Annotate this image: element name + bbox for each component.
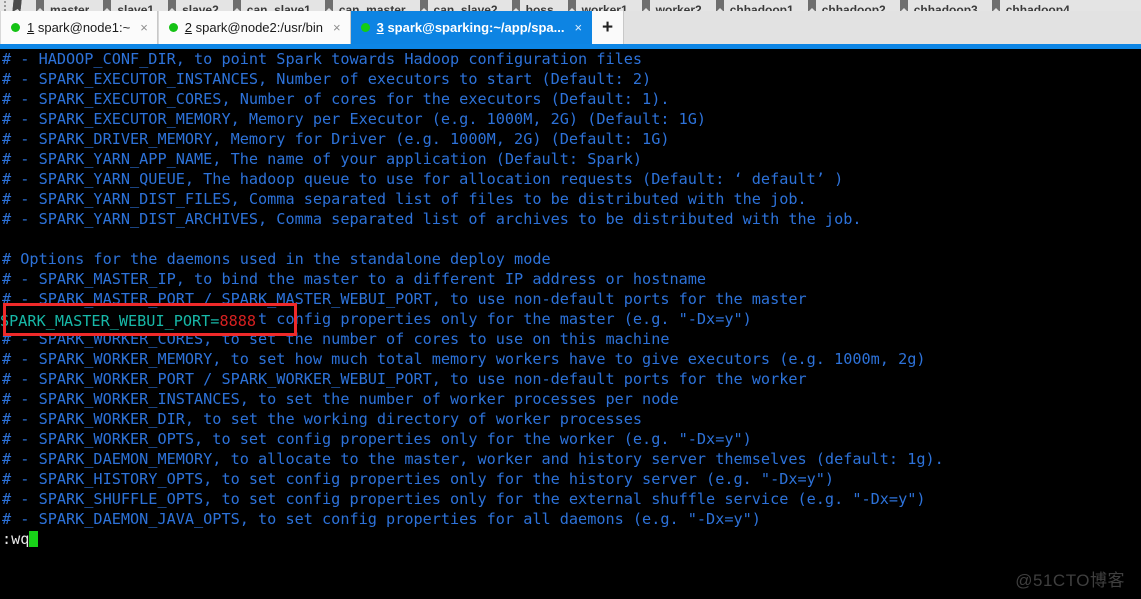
tab-label: 1 spark@node1:~ xyxy=(27,11,130,44)
vim-command-line[interactable]: :wq xyxy=(0,529,1141,549)
bookmark-icon xyxy=(990,0,1003,11)
bookmark-item[interactable]: chhadoop2 xyxy=(806,0,886,11)
tab-label: 2 spark@node2:/usr/bin xyxy=(185,11,323,44)
new-tab-button[interactable]: + xyxy=(592,11,625,44)
bookmark-item[interactable]: worker1 xyxy=(566,0,628,11)
terminal-line: # - SPARK_WORKER_CORES, to set the numbe… xyxy=(2,330,670,348)
bookmark-item[interactable]: worker2 xyxy=(640,0,702,11)
tab-bar: 1 spark@node1:~ × 2 spark@node2:/usr/bin… xyxy=(0,11,1141,44)
bookmark-icon xyxy=(714,0,727,11)
tab-close-icon[interactable]: × xyxy=(333,11,341,44)
watermark: @51CTO博客 xyxy=(1015,571,1125,590)
terminal-line: # Options for the daemons used in the st… xyxy=(2,250,551,268)
bookmark-icon xyxy=(566,0,579,11)
bookmark-icon xyxy=(101,0,114,11)
bookmark-item[interactable]: chhadoop4 xyxy=(990,0,1070,11)
bookmark-icon xyxy=(418,0,431,11)
text-cursor xyxy=(29,531,39,547)
terminal-line: # - SPARK_WORKER_DIR, to set the working… xyxy=(2,410,643,428)
bookmark-icon xyxy=(323,0,336,11)
bookmark-item[interactable]: boss xyxy=(510,0,554,11)
bookmark-icon xyxy=(640,0,653,11)
bookmark-icon xyxy=(166,0,179,11)
bookmark-icon xyxy=(34,0,47,11)
tab-spark-sparking[interactable]: 3 spark@sparking:~/app/spa... × xyxy=(350,11,593,44)
bookmark-item[interactable]: slave1 xyxy=(101,0,154,11)
tab-status-dot-icon xyxy=(168,23,178,32)
terminal-line: # - SPARK_DRIVER_MEMORY, Memory for Driv… xyxy=(2,130,670,148)
tab-index: 3 xyxy=(376,20,384,35)
bookmark-item[interactable]: master xyxy=(34,0,89,11)
drag-grip-icon[interactable] xyxy=(0,0,10,11)
terminal-line: # - SPARK_EXECUTOR_CORES, Number of core… xyxy=(2,90,670,108)
terminal-line: # - SPARK_WORKER_INSTANCES, to set the n… xyxy=(2,390,679,408)
bookmark-icon xyxy=(898,0,911,11)
tab-bar-empty-area xyxy=(624,11,1141,44)
tab-status-dot-icon xyxy=(11,23,20,32)
terminal-line: # - SPARK_YARN_APP_NAME, The name of you… xyxy=(2,150,643,168)
terminal-line: # - SPARK_EXECUTOR_INSTANCES, Number of … xyxy=(2,70,652,88)
terminal-line: # - SPARK_YARN_QUEUE, The hadoop queue t… xyxy=(2,170,844,188)
tab-title: spark@sparking:~/app/spa... xyxy=(383,20,565,35)
terminal-line: # - SPARK_WORKER_PORT / SPARK_WORKER_WEB… xyxy=(2,370,807,388)
terminal-line: # - HADOOP_CONF_DIR, to point Spark towa… xyxy=(2,50,643,68)
bookmark-item[interactable]: can_slave1 xyxy=(231,0,311,11)
tab-close-icon[interactable]: × xyxy=(575,11,583,44)
terminal-line: # - SPARK_EXECUTOR_MEMORY, Memory per Ex… xyxy=(2,110,707,128)
spark-master-webui-port-setting: SPARK_MASTER_WEBUI_PORT=8888 xyxy=(0,311,259,331)
bookmark-item[interactable]: slave2 xyxy=(166,0,219,11)
tab-spark-node1[interactable]: 1 spark@node1:~ × xyxy=(0,11,158,44)
terminal-line: # - SPARK_WORKER_OPTS, to set config pro… xyxy=(2,430,752,448)
terminal-line: # - SPARK_DAEMON_MEMORY, to allocate to … xyxy=(2,450,944,468)
terminal-line: # - SPARK_MASTER_PORT / SPARK_MASTER_WEB… xyxy=(2,290,807,308)
bookmark-flag-icon[interactable] xyxy=(10,0,28,11)
bookmark-item[interactable]: can_master xyxy=(323,0,406,11)
tab-status-dot-icon xyxy=(360,23,370,32)
tab-label: 3 spark@sparking:~/app/spa... xyxy=(377,11,565,44)
bookmark-icon xyxy=(806,0,819,11)
tab-title: spark@node1:~ xyxy=(34,20,131,35)
terminal-line: # - SPARK_YARN_DIST_ARCHIVES, Comma sepa… xyxy=(2,210,862,228)
tab-index: 2 xyxy=(184,20,193,35)
tab-spark-node2[interactable]: 2 spark@node2:/usr/bin × xyxy=(157,11,351,44)
terminal-line: # - SPARK_DAEMON_JAVA_OPTS, to set confi… xyxy=(2,510,761,528)
terminal-window: master slave1 slave2 can_slave1 can_mast… xyxy=(0,0,1141,599)
setting-key: SPARK_MASTER_WEBUI_PORT= xyxy=(0,312,220,330)
tab-close-icon[interactable]: × xyxy=(140,11,148,44)
terminal-line: # - SPARK_MASTER_IP, to bind the master … xyxy=(2,270,707,288)
bookmark-item[interactable]: can_slave2 xyxy=(418,0,498,11)
terminal-line: # - SPARK_YARN_DIST_FILES, Comma separat… xyxy=(2,190,807,208)
bookmark-icon xyxy=(510,0,523,11)
bookmark-strip: master slave1 slave2 can_slave1 can_mast… xyxy=(0,0,1141,11)
setting-value: 8888 xyxy=(219,312,257,330)
tab-title: spark@node2:/usr/bin xyxy=(192,20,324,35)
terminal-line: # - SPARK_SHUFFLE_OPTS, to set config pr… xyxy=(2,490,926,508)
bookmark-icon xyxy=(231,0,244,11)
bookmark-item[interactable]: chhadoop3 xyxy=(898,0,978,11)
terminal-line: # - SPARK_HISTORY_OPTS, to set config pr… xyxy=(2,470,835,488)
vim-command-text: :wq xyxy=(2,530,30,548)
bookmark-item[interactable]: chhadoop1 xyxy=(714,0,794,11)
terminal-line: # - SPARK_WORKER_MEMORY, to set how much… xyxy=(2,350,926,368)
